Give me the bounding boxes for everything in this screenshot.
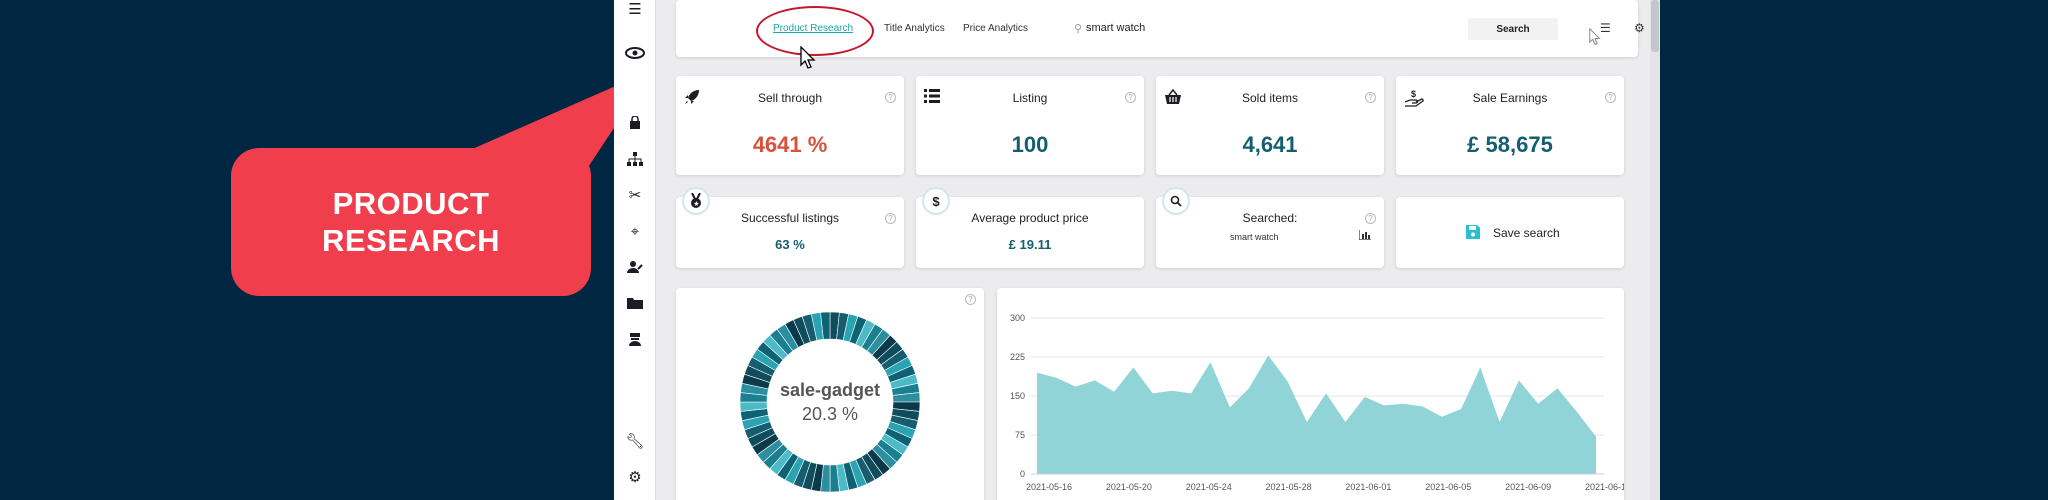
sitemap-icon[interactable] [622,148,648,170]
x-tick-label: 2021-06-13 [1585,482,1624,492]
help-icon[interactable]: ? [885,213,896,224]
searched-label: Searched: [1242,211,1298,225]
x-tick-label: 2021-05-20 [1106,482,1152,492]
stat-label: Listing [1012,91,1048,105]
searched-card: Searched: ? smart watch [1156,187,1384,268]
search-button[interactable]: Search [1468,18,1558,40]
x-tick-label: 2021-05-28 [1266,482,1312,492]
y-tick-label: 225 [1010,352,1025,362]
save-search-label: Save search [1493,226,1560,240]
bar-chart-icon[interactable] [1358,230,1371,243]
stat-sold-items: Sold items ? 4,641 [1156,76,1384,175]
stat-sale-earnings: $ Sale Earnings ? £ 58,675 [1396,76,1624,175]
tab-title-analytics[interactable]: Title Analytics [884,23,945,34]
gear-icon[interactable]: ⚙ [622,466,648,488]
tools-icon[interactable]: ✂ [622,184,648,206]
tab-product-research[interactable]: Product Research [773,23,853,34]
sales-area-chart: 0 75 150 225 300 2021-05-16 2021-05-20 2021-05-… [1010,313,1624,492]
product-research-callout: PRODUCT RESEARCH [231,148,591,296]
user-edit-icon[interactable] [622,256,648,278]
tab-price-analytics[interactable]: Price Analytics [963,23,1028,34]
wrench-icon[interactable]: 🔧︎ [622,430,648,452]
callout-line-1: PRODUCT [332,186,490,221]
save-search-button[interactable]: Save search [1396,197,1624,268]
bag-icon[interactable] [622,112,648,134]
x-tick-label: 2021-06-05 [1425,482,1471,492]
crosshair-icon[interactable]: ⌖ [622,220,648,242]
stat-value: 4,641 [1242,132,1298,157]
sales-area-chart-card: 0 75 150 225 300 2021-05-16 2021-05-20 2021-05-… [997,288,1624,500]
category-donut-card: ? sale-gadget 20.3 % [676,288,984,500]
sidebar: ☰ ✂ ⌖ 🔧︎ ⚙ [614,0,656,500]
x-tick-label: 2021-05-24 [1186,482,1232,492]
search-input[interactable] [1086,17,1466,39]
help-icon[interactable]: ? [1125,92,1136,103]
y-tick-label: 300 [1010,313,1025,323]
searched-term: smart watch [1230,232,1279,242]
search-icon: ⚲ [1074,23,1083,35]
svg-text:★: ★ [693,200,699,208]
help-icon[interactable]: ? [965,294,976,305]
y-tick-label: 0 [1020,469,1025,479]
successful-listings-label: Successful listings [740,211,840,225]
successful-listings-value: 63 % [775,237,805,252]
scrollbar-thumb[interactable] [1651,0,1659,52]
average-price-card: $ Average product price £ 19.11 [916,187,1144,268]
y-tick-label: 75 [1015,430,1025,440]
stat-value: 4641 % [752,132,828,157]
help-icon[interactable]: ? [1605,92,1616,103]
series-area[interactable] [1037,355,1596,474]
successful-listings-card: ★ Successful listings ? 63 % [676,187,904,268]
donut-category: sale-gadget [779,380,881,400]
hamburger-menu-icon[interactable]: ☰ [622,0,648,20]
eye-icon[interactable] [622,42,648,64]
x-tick-label: 2021-06-09 [1505,482,1551,492]
x-tick-label: 2021-05-16 [1026,482,1072,492]
scrollbar[interactable] [1650,0,1660,500]
callout-line-2: RESEARCH [322,223,500,258]
help-icon[interactable]: ? [1365,92,1376,103]
stat-value: £ 58,675 [1467,132,1553,157]
help-icon[interactable]: ? [1365,213,1376,224]
mouse-cursor [800,46,816,69]
y-tick-label: 150 [1010,391,1025,401]
stat-label: Sold items [1241,91,1299,105]
donut-percent: 20.3 % [801,404,859,424]
stat-label: Sale Earnings [1472,91,1548,105]
stat-value: 100 [1011,132,1049,157]
filter-icon[interactable]: ☰ [1600,21,1611,35]
top-bar: Product Research Title Analytics Price A… [676,0,1645,57]
app-window: ☰ ✂ ⌖ 🔧︎ ⚙ Product Research Title Analyt… [614,0,1660,500]
user-secret-icon[interactable] [622,328,648,350]
settings-gear-icon[interactable]: ⚙ [1634,21,1645,35]
help-icon[interactable]: ? [885,92,896,103]
average-price-value: £ 19.11 [1008,237,1052,252]
floppy-disk-icon [1466,225,1480,242]
x-tick-label: 2021-06-01 [1345,482,1391,492]
stat-listing: Listing ? 100 [916,76,1144,175]
mouse-cursor-ghost [1589,28,1601,46]
folder-icon[interactable] [622,292,648,314]
average-price-label: Average product price [971,211,1089,225]
stat-sell-through: Sell through ? 4641 % [676,76,904,175]
stat-label: Sell through [757,91,823,105]
